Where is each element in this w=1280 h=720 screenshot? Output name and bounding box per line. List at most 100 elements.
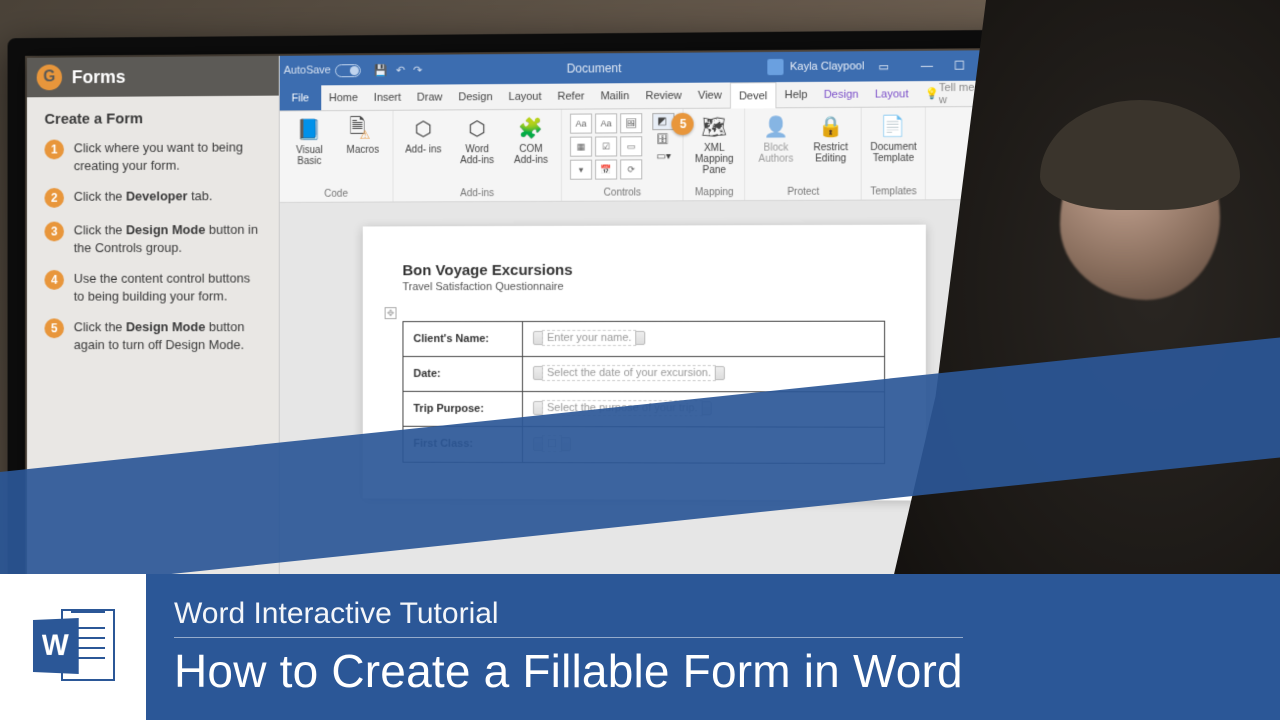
xml-mapping-icon: 🗺 <box>700 113 728 141</box>
word-addins-button[interactable]: ⬡ Word Add-ins <box>455 114 499 166</box>
cc-placeholder[interactable]: Select the date of your excursion. <box>542 365 716 381</box>
tab-draw[interactable]: Draw <box>409 84 450 109</box>
user-account[interactable]: Kayla Claypool <box>768 58 865 75</box>
checkbox-control-icon[interactable]: ☑ <box>595 136 617 156</box>
restrict-editing-button[interactable]: 🔒 Restrict Editing <box>808 112 853 165</box>
step-text: Click the Design Mode button in the Cont… <box>74 221 261 256</box>
step-text: Click the Design Mode button again to tu… <box>74 319 261 354</box>
minimize-button[interactable]: — <box>912 55 943 77</box>
properties-button[interactable]: 🗄 <box>652 132 675 147</box>
table-row: Client's Name: Enter your name. <box>403 321 885 356</box>
field-label: Client's Name: <box>403 321 523 356</box>
building-block-icon[interactable]: ▦ <box>570 137 592 157</box>
overlay-line1: Word Interactive Tutorial <box>174 597 963 631</box>
tab-help[interactable]: Help <box>776 82 815 107</box>
tab-view[interactable]: View <box>690 82 730 107</box>
visual-basic-button[interactable]: 📘 Visual Basic <box>288 115 331 167</box>
group-addins: ⬡ Add- ins ⬡ Word Add-ins 🧩 COM Add-ins … <box>394 110 562 202</box>
avatar-icon <box>768 59 784 75</box>
logo-icon: G <box>37 64 62 90</box>
tab-file[interactable]: File <box>280 85 321 110</box>
step-number: 1 <box>44 140 63 160</box>
step-number: 3 <box>44 222 63 242</box>
field-cell[interactable]: Enter your name. <box>522 321 884 356</box>
xml-mapping-button[interactable]: 🗺 XML Mapping Pane <box>692 113 736 177</box>
addins-button[interactable]: ⬡ Add- ins <box>401 114 445 155</box>
cc-handle-right-icon[interactable] <box>715 366 725 380</box>
word-w-icon: W <box>33 618 79 674</box>
step-number: 2 <box>44 188 63 208</box>
ribbon-display-icon[interactable]: ▭ <box>879 60 890 73</box>
dropdown-control-icon[interactable]: ▾ <box>570 160 592 180</box>
field-label: Date: <box>403 356 523 391</box>
combobox-control-icon[interactable]: ▭ <box>620 136 642 156</box>
quick-access-toolbar: 💾 ↶ ↷ <box>374 63 422 76</box>
autosave-switch-icon[interactable] <box>335 64 361 77</box>
step-text: Click where you want to being creating y… <box>74 138 261 174</box>
tab-refer[interactable]: Refer <box>550 83 593 108</box>
group-code: 📘 Visual Basic 🗎⚠ Macros Code <box>280 111 394 202</box>
maximize-button[interactable]: ☐ <box>944 54 975 76</box>
com-addins-icon: 🧩 <box>517 114 545 142</box>
group-mapping: 🗺 XML Mapping Pane 5 Mapping <box>684 109 746 201</box>
sidebar-title: Create a Form <box>44 110 261 128</box>
content-control[interactable]: Enter your name. <box>533 330 646 346</box>
step-item: 5 Click the Design Mode button again to t… <box>44 319 261 354</box>
visual-basic-icon: 📘 <box>296 115 324 143</box>
tab-layout[interactable]: Layout <box>501 84 550 109</box>
group-templates: 📄 Document Template Templates <box>862 107 926 199</box>
step-item: 2 Click the Developer tab. <box>44 187 261 208</box>
cc-placeholder[interactable]: Enter your name. <box>542 330 637 346</box>
group-controls-button[interactable]: ▭▾ <box>652 149 675 164</box>
save-icon[interactable]: 💾 <box>374 63 388 76</box>
picture-control-icon[interactable]: 🖼 <box>620 113 642 133</box>
step-number: 5 <box>44 319 63 339</box>
block-authors-button[interactable]: 👤 Block Authors <box>754 112 799 165</box>
document-title: Document <box>428 60 761 77</box>
cc-handle-right-icon[interactable] <box>636 331 646 345</box>
tab-context-design[interactable]: Design <box>816 81 867 107</box>
sidebar-header: G Forms <box>27 56 279 97</box>
date-picker-control-icon[interactable]: 📅 <box>595 159 617 179</box>
word-logo: W <box>0 574 146 720</box>
tab-insert[interactable]: Insert <box>366 85 409 110</box>
document-template-icon: 📄 <box>879 112 908 140</box>
step-number: 4 <box>44 270 63 290</box>
tab-devel[interactable]: Devel <box>730 82 777 108</box>
rich-text-control-icon[interactable]: Aa <box>570 114 592 134</box>
step-text: Click the Developer tab. <box>74 187 213 207</box>
macros-button[interactable]: 🗎⚠ Macros <box>341 115 385 156</box>
ribbon: 📘 Visual Basic 🗎⚠ Macros Code ⬡ Add- ins <box>280 107 1012 203</box>
restrict-editing-icon: 🔒 <box>816 112 844 140</box>
tab-mailin[interactable]: Mailin <box>593 83 638 108</box>
block-authors-icon: 👤 <box>762 112 790 140</box>
plain-text-control-icon[interactable]: Aa <box>595 113 617 133</box>
tab-context-layout[interactable]: Layout <box>867 81 917 107</box>
content-control[interactable]: Select the date of your excursion. <box>533 365 725 381</box>
group-controls: Aa Aa 🖼 ▦ ☑ ▭ ▾ 📅 ⟳ ◩ 🗄 ▭▾ <box>562 109 684 201</box>
group-protect: 👤 Block Authors 🔒 Restrict Editing Prote… <box>746 108 863 200</box>
step-item: 3 Click the Design Mode button in the Con… <box>44 221 261 256</box>
tab-home[interactable]: Home <box>321 85 366 110</box>
step-text: Use the content control buttons to being… <box>74 270 261 305</box>
undo-icon[interactable]: ↶ <box>396 63 405 76</box>
repeating-section-icon[interactable]: ⟳ <box>620 159 642 179</box>
com-addins-button[interactable]: 🧩 COM Add-ins <box>509 114 553 166</box>
table-anchor-icon[interactable]: ✥ <box>385 307 397 319</box>
tab-design[interactable]: Design <box>450 84 500 109</box>
step-5-badge: 5 <box>672 113 694 135</box>
word-addins-icon: ⬡ <box>463 114 491 142</box>
overlay-line2: How to Create a Fillable Form in Word <box>174 644 963 698</box>
tab-review[interactable]: Review <box>637 83 689 108</box>
addins-icon: ⬡ <box>409 114 437 142</box>
sidebar-header-title: Forms <box>72 66 126 87</box>
autosave-toggle[interactable]: AutoSave <box>284 64 361 78</box>
redo-icon[interactable]: ↷ <box>413 63 422 76</box>
step-item: 4 Use the content control buttons to bein… <box>44 270 261 305</box>
step-item: 1 Click where you want to being creating … <box>44 138 261 174</box>
document-template-button[interactable]: 📄 Document Template <box>871 111 916 164</box>
form-subheading: Travel Satisfaction Questionnaire <box>402 280 885 293</box>
form-heading: Bon Voyage Excursions <box>402 261 885 279</box>
macros-icon: 🗎⚠ <box>349 115 377 143</box>
content-controls-grid[interactable]: Aa Aa 🖼 ▦ ☑ ▭ ▾ 📅 ⟳ <box>570 113 642 180</box>
